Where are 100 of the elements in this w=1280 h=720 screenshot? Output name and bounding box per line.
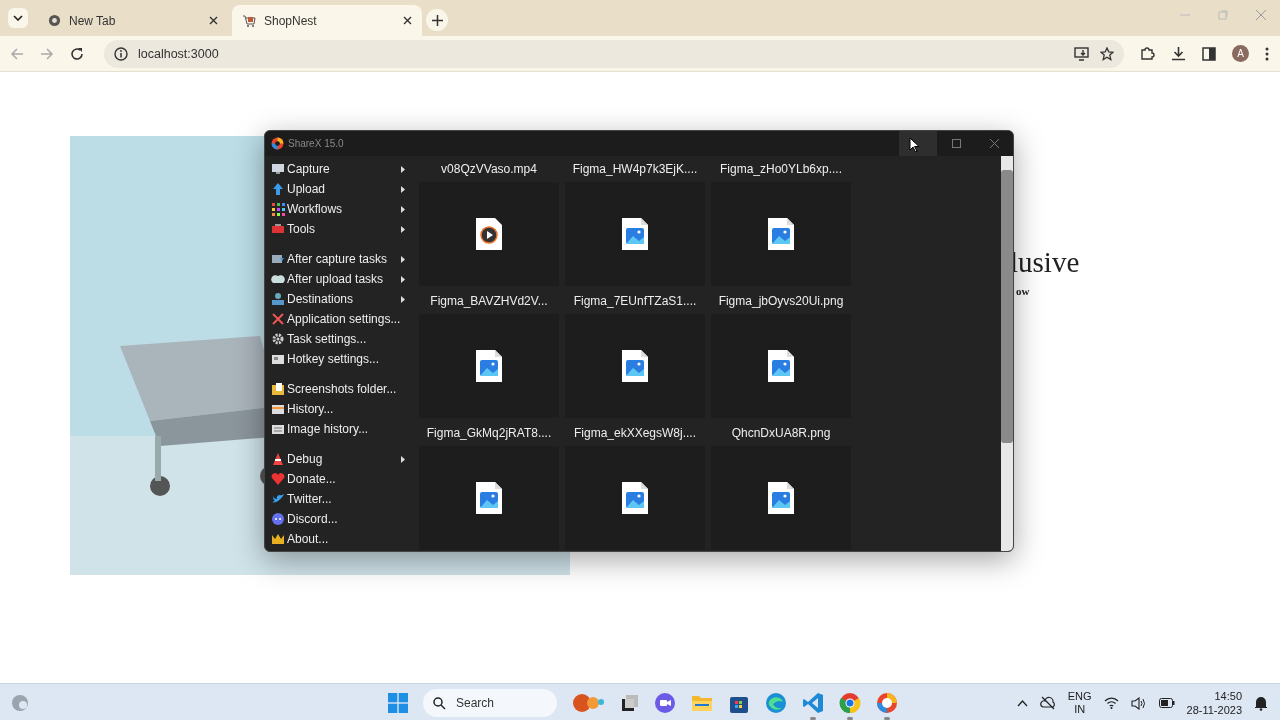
file-thumbnail[interactable]	[711, 314, 851, 418]
crown-icon	[271, 532, 285, 546]
cart-icon	[242, 13, 256, 28]
windows-stack-icon[interactable]	[621, 694, 639, 712]
install-app-icon[interactable]	[1074, 46, 1090, 61]
file-thumbnail[interactable]	[419, 182, 559, 286]
region-label[interactable]: IN	[1074, 703, 1086, 716]
code-editor-icon[interactable]	[802, 692, 824, 714]
chevron-down-icon	[13, 15, 23, 21]
folder-icon[interactable]	[691, 693, 713, 713]
clock-time[interactable]: 14:50	[1214, 689, 1242, 703]
wifi-icon[interactable]	[1103, 697, 1119, 709]
swirl-logo-icon[interactable]	[876, 692, 898, 714]
search-field[interactable]: Search	[423, 689, 557, 717]
language-label[interactable]: ENG	[1067, 690, 1092, 703]
cloud-off-icon[interactable]	[1039, 696, 1056, 710]
heart-icon	[271, 472, 285, 486]
puzzle-piece-icon[interactable]	[1140, 46, 1155, 61]
gear-icon	[271, 332, 285, 346]
file-name: Figma_jbOyvs20Ui.png	[718, 293, 844, 310]
menu-item[interactable]: Discord...	[271, 509, 415, 529]
file-thumbnail[interactable]	[565, 446, 705, 550]
info-icon[interactable]	[114, 46, 128, 61]
file-thumbnail[interactable]	[711, 446, 851, 550]
file-thumbnail[interactable]	[419, 314, 559, 418]
file-thumbnail[interactable]	[565, 314, 705, 418]
folder-icon	[271, 382, 285, 396]
bell-icon[interactable]	[1254, 695, 1268, 711]
menu-item[interactable]: Donate...	[271, 469, 415, 489]
menu-item[interactable]: History...	[271, 399, 415, 419]
card-icon	[271, 402, 285, 416]
file-thumbnail[interactable]	[419, 446, 559, 550]
plus-icon	[431, 14, 443, 26]
image-file-icon	[621, 349, 649, 383]
close-icon[interactable]	[209, 16, 218, 25]
video-file-icon	[475, 217, 503, 251]
profile-avatar[interactable]: A	[1232, 45, 1249, 62]
browser-tab[interactable]: New Tab	[38, 5, 228, 36]
file-name: Figma_ekXXegsW8j....	[573, 425, 696, 442]
file-thumbnail[interactable]	[711, 182, 851, 286]
close-icon[interactable]	[403, 16, 412, 25]
address-bar[interactable]: localhost:3000	[104, 39, 1124, 68]
grid-icon	[271, 202, 285, 216]
image-file-icon	[621, 481, 649, 515]
menu-item[interactable]: Twitter...	[271, 489, 415, 509]
speaker-icon[interactable]	[1130, 696, 1147, 710]
windows-start-icon[interactable]	[388, 693, 408, 713]
menu-item[interactable]: Tools	[271, 219, 415, 239]
star-icon[interactable]	[1100, 46, 1114, 61]
arrow-up-icon	[271, 182, 285, 196]
image-file-icon	[475, 349, 503, 383]
chevron-up-icon[interactable]	[1016, 699, 1028, 707]
wave-circle-icon[interactable]	[765, 692, 787, 714]
menu-item[interactable]: Debug	[271, 449, 415, 469]
file-name: Figma_zHo0YLb6xp....	[719, 161, 843, 178]
menu-item[interactable]: After upload tasks	[271, 269, 415, 289]
menu-item[interactable]: Upload	[271, 179, 415, 199]
menu-item[interactable]: Workflows	[271, 199, 415, 219]
scrollbar[interactable]	[1001, 156, 1013, 551]
maximize-icon[interactable]	[951, 139, 961, 148]
file-name: Figma_HW4p7k3EjK....	[572, 161, 698, 178]
cloud-icon	[271, 272, 285, 286]
menu-item[interactable]: Image history...	[271, 419, 415, 439]
tab-search-button[interactable]	[8, 8, 28, 28]
image-file-icon	[475, 481, 503, 515]
new-tab-button[interactable]	[426, 9, 448, 31]
browser-circle-icon[interactable]	[839, 692, 861, 714]
reload-icon[interactable]	[70, 46, 84, 61]
menu-icon[interactable]	[1265, 46, 1269, 61]
image-file-icon	[621, 217, 649, 251]
window-title: ShareX 15.0	[288, 138, 344, 149]
spheres-icon[interactable]	[572, 693, 606, 713]
menu-item[interactable]: Screenshots folder...	[271, 379, 415, 399]
keyboard-icon	[271, 352, 285, 366]
browser-tab[interactable]: ShopNest	[232, 5, 422, 36]
chat-icon	[271, 512, 285, 526]
menu-item[interactable]: After capture tasks	[271, 249, 415, 269]
swirl-logo-icon	[271, 137, 284, 150]
clock-date[interactable]: 28-11-2023	[1186, 703, 1242, 717]
image-file-icon	[767, 217, 795, 251]
chrome-logo-icon	[48, 14, 61, 27]
monitor-icon	[271, 162, 285, 176]
file-name: Figma_GkMq2jRAT8....	[426, 425, 552, 442]
video-chat-icon[interactable]	[654, 692, 676, 714]
menu-item[interactable]: Hotkey settings...	[271, 349, 415, 369]
battery-icon[interactable]	[1158, 698, 1175, 708]
file-thumbnail[interactable]	[565, 182, 705, 286]
side-panel-icon[interactable]	[1202, 46, 1216, 61]
file-name: Figma_7EUnfTZaS1....	[573, 293, 697, 310]
menu-item[interactable]: Task settings...	[271, 329, 415, 349]
minimize-button[interactable]	[899, 131, 937, 156]
menu-item[interactable]: Capture	[271, 159, 415, 179]
file-name: v08QzVVaso.mp4	[441, 161, 537, 178]
menu-item[interactable]: Application settings...	[271, 309, 415, 329]
mouse-cursor-icon	[909, 137, 920, 153]
menu-item[interactable]: About...	[271, 529, 415, 549]
search-icon	[433, 696, 446, 710]
menu-item[interactable]: Destinations	[271, 289, 415, 309]
file-name: QhcnDxUA8R.png	[731, 425, 831, 442]
download-icon[interactable]	[1171, 46, 1186, 61]
